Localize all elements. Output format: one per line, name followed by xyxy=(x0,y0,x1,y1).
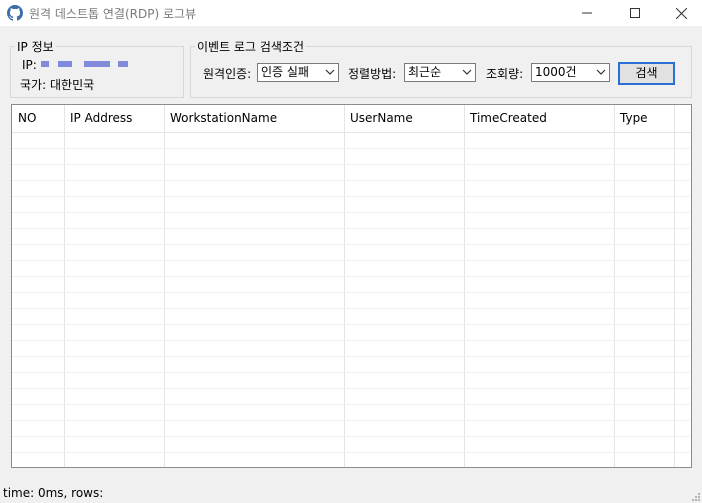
column-header-time-created[interactable]: TimeCreated xyxy=(464,105,614,132)
github-icon xyxy=(7,5,23,21)
grid-row-line xyxy=(12,180,691,181)
grid-row-line xyxy=(12,420,691,421)
ip-info-legend: IP 정보 xyxy=(17,40,54,54)
grid-row-line xyxy=(12,452,691,453)
count-select[interactable]: 1000건 xyxy=(531,63,610,82)
auth-label: 원격인증: xyxy=(203,67,252,81)
title-bar: 원격 데스트톱 연결(RDP) 로그뷰 xyxy=(0,0,702,26)
column-divider xyxy=(674,105,675,467)
count-label: 조회량: xyxy=(486,67,524,81)
column-header-user-name[interactable]: UserName xyxy=(344,105,464,132)
maximize-button[interactable] xyxy=(612,0,658,26)
minimize-icon xyxy=(582,12,592,14)
sort-label: 정렬방법: xyxy=(348,67,397,81)
resize-grip-icon[interactable] xyxy=(690,491,700,501)
column-header-ip-address[interactable]: IP Address xyxy=(64,105,164,132)
grid-header: NO IP Address WorkstationName UserName T… xyxy=(12,105,691,133)
close-icon xyxy=(675,7,687,19)
log-grid[interactable]: NO IP Address WorkstationName UserName T… xyxy=(11,104,692,468)
minimize-button[interactable] xyxy=(564,0,610,26)
grid-row-line xyxy=(12,356,691,357)
ip-label: IP: xyxy=(22,58,37,72)
column-divider xyxy=(164,105,165,467)
column-divider xyxy=(344,105,345,467)
column-header-no[interactable]: NO xyxy=(12,105,64,132)
grid-row-line xyxy=(12,196,691,197)
chevron-down-icon xyxy=(462,69,472,75)
grid-row-line xyxy=(12,340,691,341)
sort-select-value: 최근순 xyxy=(408,65,442,79)
grid-row-line xyxy=(12,372,691,373)
column-divider xyxy=(64,105,65,467)
grid-row-line xyxy=(12,324,691,325)
auth-select-value: 인증 실패 xyxy=(261,65,309,79)
grid-row-line xyxy=(12,276,691,277)
grid-row-line xyxy=(12,164,691,165)
country-label: 국가: xyxy=(20,78,47,92)
column-divider xyxy=(614,105,615,467)
grid-row-line xyxy=(12,436,691,437)
grid-row-line xyxy=(12,260,691,261)
count-select-value: 1000건 xyxy=(535,65,577,79)
column-divider xyxy=(464,105,465,467)
grid-row-line xyxy=(12,388,691,389)
event-search-legend: 이벤트 로그 검색조건 xyxy=(197,40,304,54)
grid-row-line xyxy=(12,308,691,309)
chevron-down-icon xyxy=(596,69,606,75)
grid-row-line xyxy=(12,212,691,213)
grid-row-line xyxy=(12,244,691,245)
grid-row-line xyxy=(12,292,691,293)
column-header-type[interactable]: Type xyxy=(614,105,674,132)
sort-select[interactable]: 최근순 xyxy=(404,63,476,82)
status-text: time: 0ms, rows: xyxy=(3,486,104,500)
grid-row-line xyxy=(12,404,691,405)
window-title: 원격 데스트톱 연결(RDP) 로그뷰 xyxy=(29,7,197,21)
auth-select[interactable]: 인증 실패 xyxy=(257,63,339,82)
search-button[interactable]: 검색 xyxy=(618,62,675,85)
country-value: 대한민국 xyxy=(50,78,95,92)
close-button[interactable] xyxy=(658,0,702,26)
grid-row-line xyxy=(12,148,691,149)
chevron-down-icon xyxy=(325,69,335,75)
status-bar: time: 0ms, rows: xyxy=(0,483,702,503)
column-header-workstation-name[interactable]: WorkstationName xyxy=(164,105,344,132)
grid-row-line xyxy=(12,228,691,229)
maximize-icon xyxy=(630,8,640,18)
